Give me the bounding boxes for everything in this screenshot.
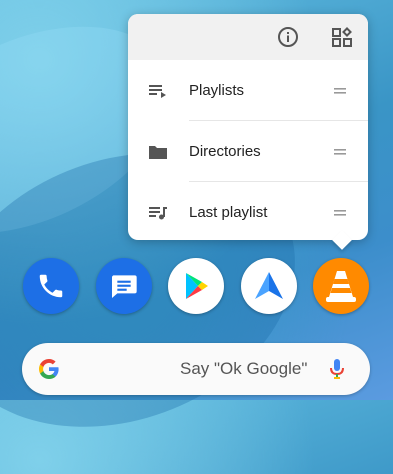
playlist-icon: [148, 81, 168, 101]
messages-app-icon[interactable]: [96, 258, 152, 314]
search-hint: Say "Ok Google": [180, 359, 308, 378]
shortcut-directories[interactable]: Directories: [128, 121, 368, 182]
drag-handle-icon[interactable]: [333, 81, 347, 101]
app-info-icon[interactable]: [276, 25, 300, 49]
shortcut-last-playlist[interactable]: Last playlist: [128, 182, 368, 243]
vlc-app-icon[interactable]: [313, 258, 369, 314]
app-shortcuts-popup: Playlists Directories Last playlist: [128, 14, 368, 250]
google-logo-icon: [37, 357, 61, 381]
drag-handle-icon[interactable]: [333, 142, 347, 162]
shortcut-label: Playlists: [189, 82, 245, 99]
mic-icon[interactable]: [329, 357, 345, 381]
android-auto-app-icon[interactable]: [241, 258, 297, 314]
shortcut-label: Directories: [189, 143, 261, 160]
drag-handle-icon[interactable]: [333, 203, 347, 223]
google-search-bar[interactable]: Say "Ok Google": [22, 343, 370, 395]
widgets-icon[interactable]: [330, 25, 354, 49]
play-store-app-icon[interactable]: [168, 258, 224, 314]
last-playlist-icon: [148, 203, 168, 223]
popup-header: [128, 14, 368, 60]
phone-app-icon[interactable]: [23, 258, 79, 314]
shortcut-label: Last playlist: [189, 204, 268, 221]
shortcut-playlists[interactable]: Playlists: [128, 60, 368, 121]
folder-icon: [148, 142, 168, 162]
